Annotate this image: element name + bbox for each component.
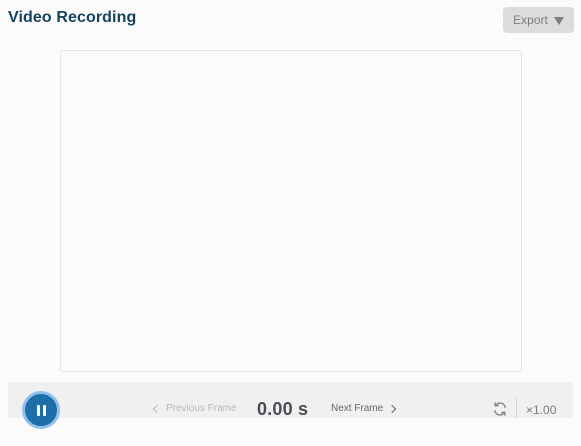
controls-divider (516, 398, 517, 418)
playback-speed[interactable]: ×1.00 (526, 403, 556, 417)
time-display: 0.00 s (257, 399, 309, 419)
export-label: Export (513, 13, 548, 27)
page-title: Video Recording (8, 9, 137, 26)
refresh-icon[interactable] (492, 401, 508, 417)
pause-button[interactable] (22, 391, 60, 429)
previous-frame-button[interactable]: Previous Frame (152, 403, 237, 414)
playback-controls: Previous Frame 0.00 s Next Frame ×1.00 (8, 382, 573, 429)
next-frame-button[interactable]: Next Frame (331, 403, 397, 414)
next-frame-label: Next Frame (331, 403, 384, 414)
video-viewport[interactable] (60, 50, 522, 372)
pause-icon-bar (42, 404, 46, 416)
video-recording-panel: Video Recording Export Previous Frame 0.… (0, 0, 581, 446)
caret-down-icon (553, 16, 564, 25)
chevron-right-icon (387, 404, 397, 413)
previous-frame-label: Previous Frame (166, 403, 237, 414)
export-button[interactable]: Export (503, 7, 574, 33)
chevron-left-icon (152, 404, 162, 413)
pause-icon (36, 404, 40, 416)
